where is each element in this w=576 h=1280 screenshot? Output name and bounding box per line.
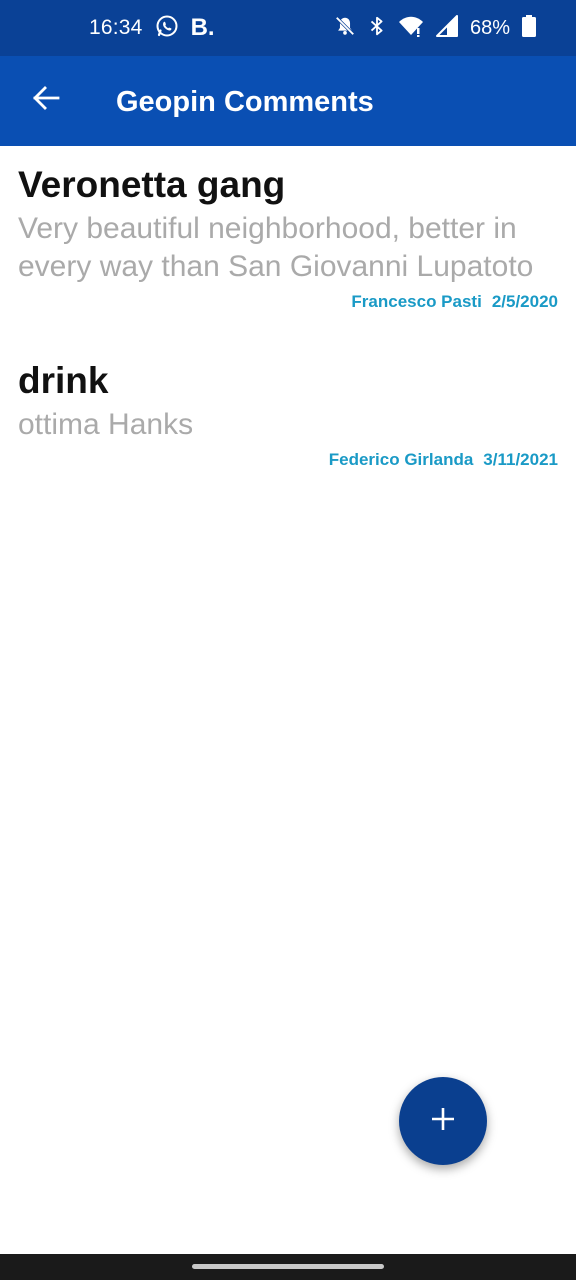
add-comment-button[interactable] (399, 1077, 487, 1165)
comment-author: Federico Girlanda (328, 450, 474, 469)
signal-icon (435, 14, 458, 42)
bell-off-icon (334, 15, 356, 42)
comment-meta: Federico Girlanda 3/11/2021 (18, 450, 560, 470)
bluetooth-icon (368, 15, 386, 42)
whatsapp-icon (155, 14, 179, 43)
comment-meta: Francesco Pasti 2/5/2020 (18, 292, 560, 312)
status-left: 16:34 B. (89, 0, 215, 56)
comment-title: Veronetta gang (18, 164, 286, 205)
comment-item[interactable]: drink ottima Hanks Federico Girlanda 3/11… (18, 360, 560, 470)
status-bar: 16:34 B. 68% (0, 0, 576, 56)
arrow-back-icon (32, 84, 60, 117)
status-right: 68% (334, 0, 536, 56)
battery-percent: 68% (469, 16, 510, 39)
wifi-icon (398, 15, 424, 42)
booking-icon: B. (190, 14, 215, 41)
home-gesture-handle[interactable] (192, 1264, 384, 1269)
comment-body: Very beautiful neighborhood, better in e… (18, 212, 534, 283)
comment-title: drink (18, 360, 109, 401)
status-time: 16:34 (89, 16, 143, 39)
battery-icon (522, 14, 536, 42)
plus-icon (430, 1106, 456, 1137)
comment-date: 2/5/2020 (491, 292, 558, 311)
app-bar: Geopin Comments (0, 56, 576, 146)
comment-author: Francesco Pasti (351, 292, 482, 311)
comment-body: ottima Hanks (18, 408, 194, 441)
comment-date: 3/11/2021 (483, 450, 558, 469)
back-button[interactable] (24, 78, 68, 122)
comment-item[interactable]: Veronetta gang Very beautiful neighborho… (18, 164, 560, 312)
page-title: Geopin Comments (116, 86, 374, 118)
system-nav-bar (0, 1254, 576, 1280)
